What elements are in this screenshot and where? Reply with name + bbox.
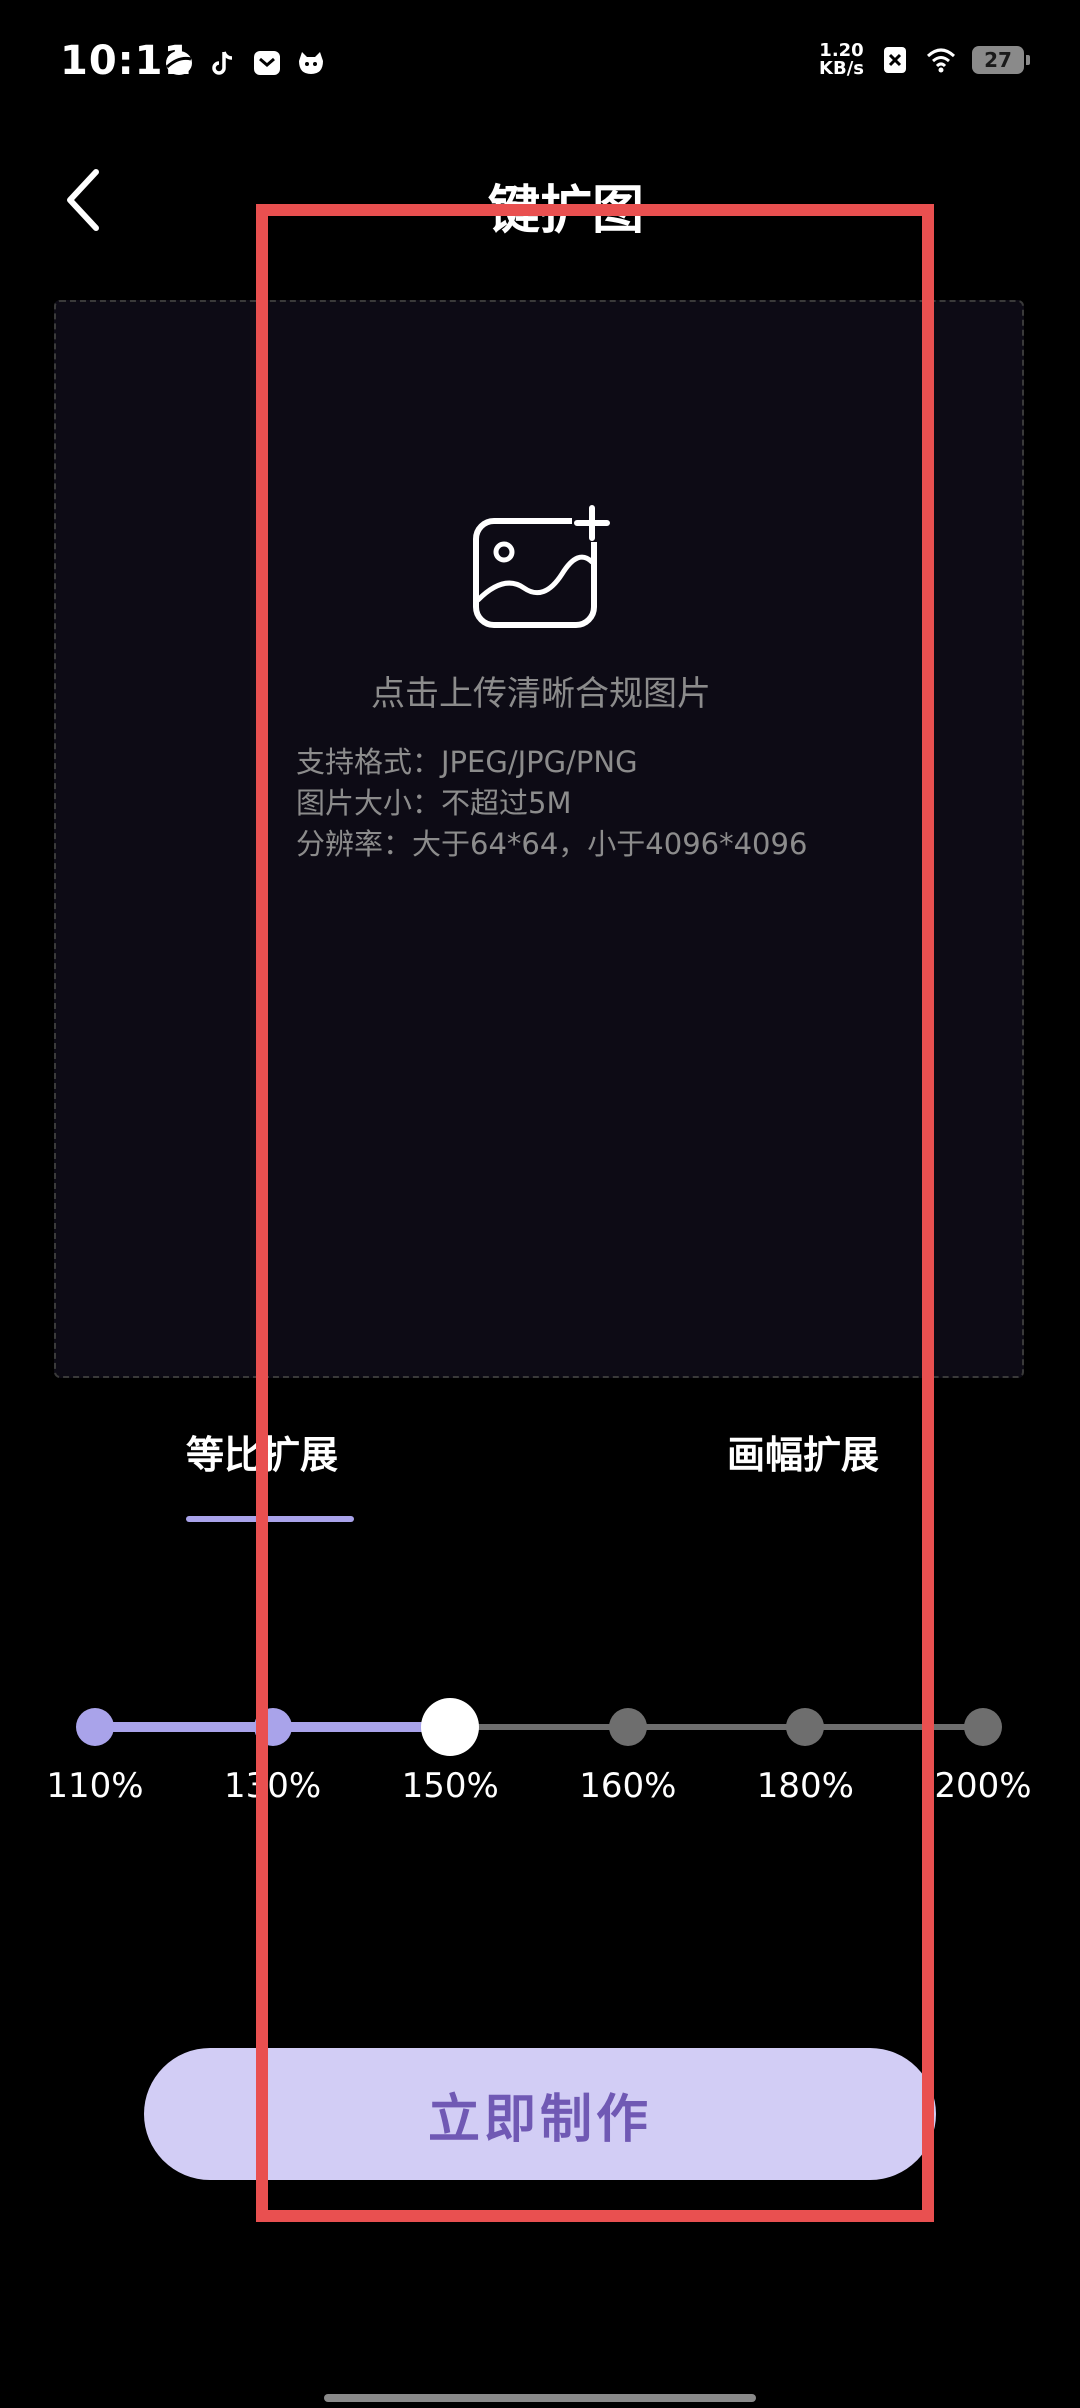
tab-canvas-expand[interactable]: 画幅扩展 — [727, 1424, 879, 1479]
scale-slider-thumb[interactable] — [421, 1698, 480, 1756]
sim-blocked-icon — [884, 47, 906, 73]
notification-icons — [164, 48, 326, 78]
scale-stop-130[interactable] — [253, 1708, 292, 1746]
wifi-icon — [926, 48, 956, 73]
image-upload-area[interactable]: 点击上传清晰合规图片 支持格式：JPEG/JPG/PNG 图片大小：不超过5M … — [54, 300, 1024, 1378]
add-image-icon — [473, 505, 612, 628]
cat-app-icon — [299, 52, 323, 74]
page-title: 一键扩图 — [435, 181, 644, 241]
upload-requirements: 支持格式：JPEG/JPG/PNG 图片大小：不超过5M 分辨率：大于64*64… — [296, 742, 807, 865]
scale-stop-180[interactable] — [786, 1708, 825, 1746]
scale-label-150[interactable]: 150% — [380, 1766, 520, 1806]
scale-label-110[interactable]: 110% — [25, 1766, 165, 1806]
scale-label-180[interactable]: 180% — [735, 1766, 875, 1806]
status-bar: 10:11 1.20 KB/s 27 — [0, 0, 1080, 120]
network-speed: 1.20 KB/s — [819, 40, 864, 79]
make-now-button[interactable]: 立即制作 — [144, 2048, 936, 2180]
scale-stop-160[interactable] — [608, 1708, 647, 1746]
scale-label-160[interactable]: 160% — [558, 1766, 698, 1806]
planet-app-icon — [165, 51, 192, 75]
system-status: 1.20 KB/s 27 — [819, 40, 1030, 79]
resolution-requirement: 分辨率：大于64*64，小于4096*4096 — [296, 827, 808, 861]
scale-stop-200[interactable] — [964, 1708, 1002, 1746]
tiktok-icon — [212, 51, 233, 75]
scale-label-130[interactable]: 130% — [203, 1766, 343, 1806]
format-requirement: 支持格式：JPEG/JPG/PNG — [296, 745, 638, 779]
scale-label-200[interactable]: 200% — [913, 1766, 1053, 1806]
scale-stop-110[interactable] — [76, 1708, 114, 1746]
tab-proportional-expand[interactable]: 等比扩展 — [186, 1424, 338, 1479]
mail-app-icon — [254, 51, 280, 75]
battery-indicator: 27 — [972, 46, 1030, 74]
upload-hint: 点击上传清晰合规图片 — [371, 674, 711, 714]
size-requirement: 图片大小：不超过5M — [296, 786, 572, 820]
active-tab-indicator — [186, 1516, 354, 1522]
home-indicator[interactable] — [324, 2394, 756, 2402]
